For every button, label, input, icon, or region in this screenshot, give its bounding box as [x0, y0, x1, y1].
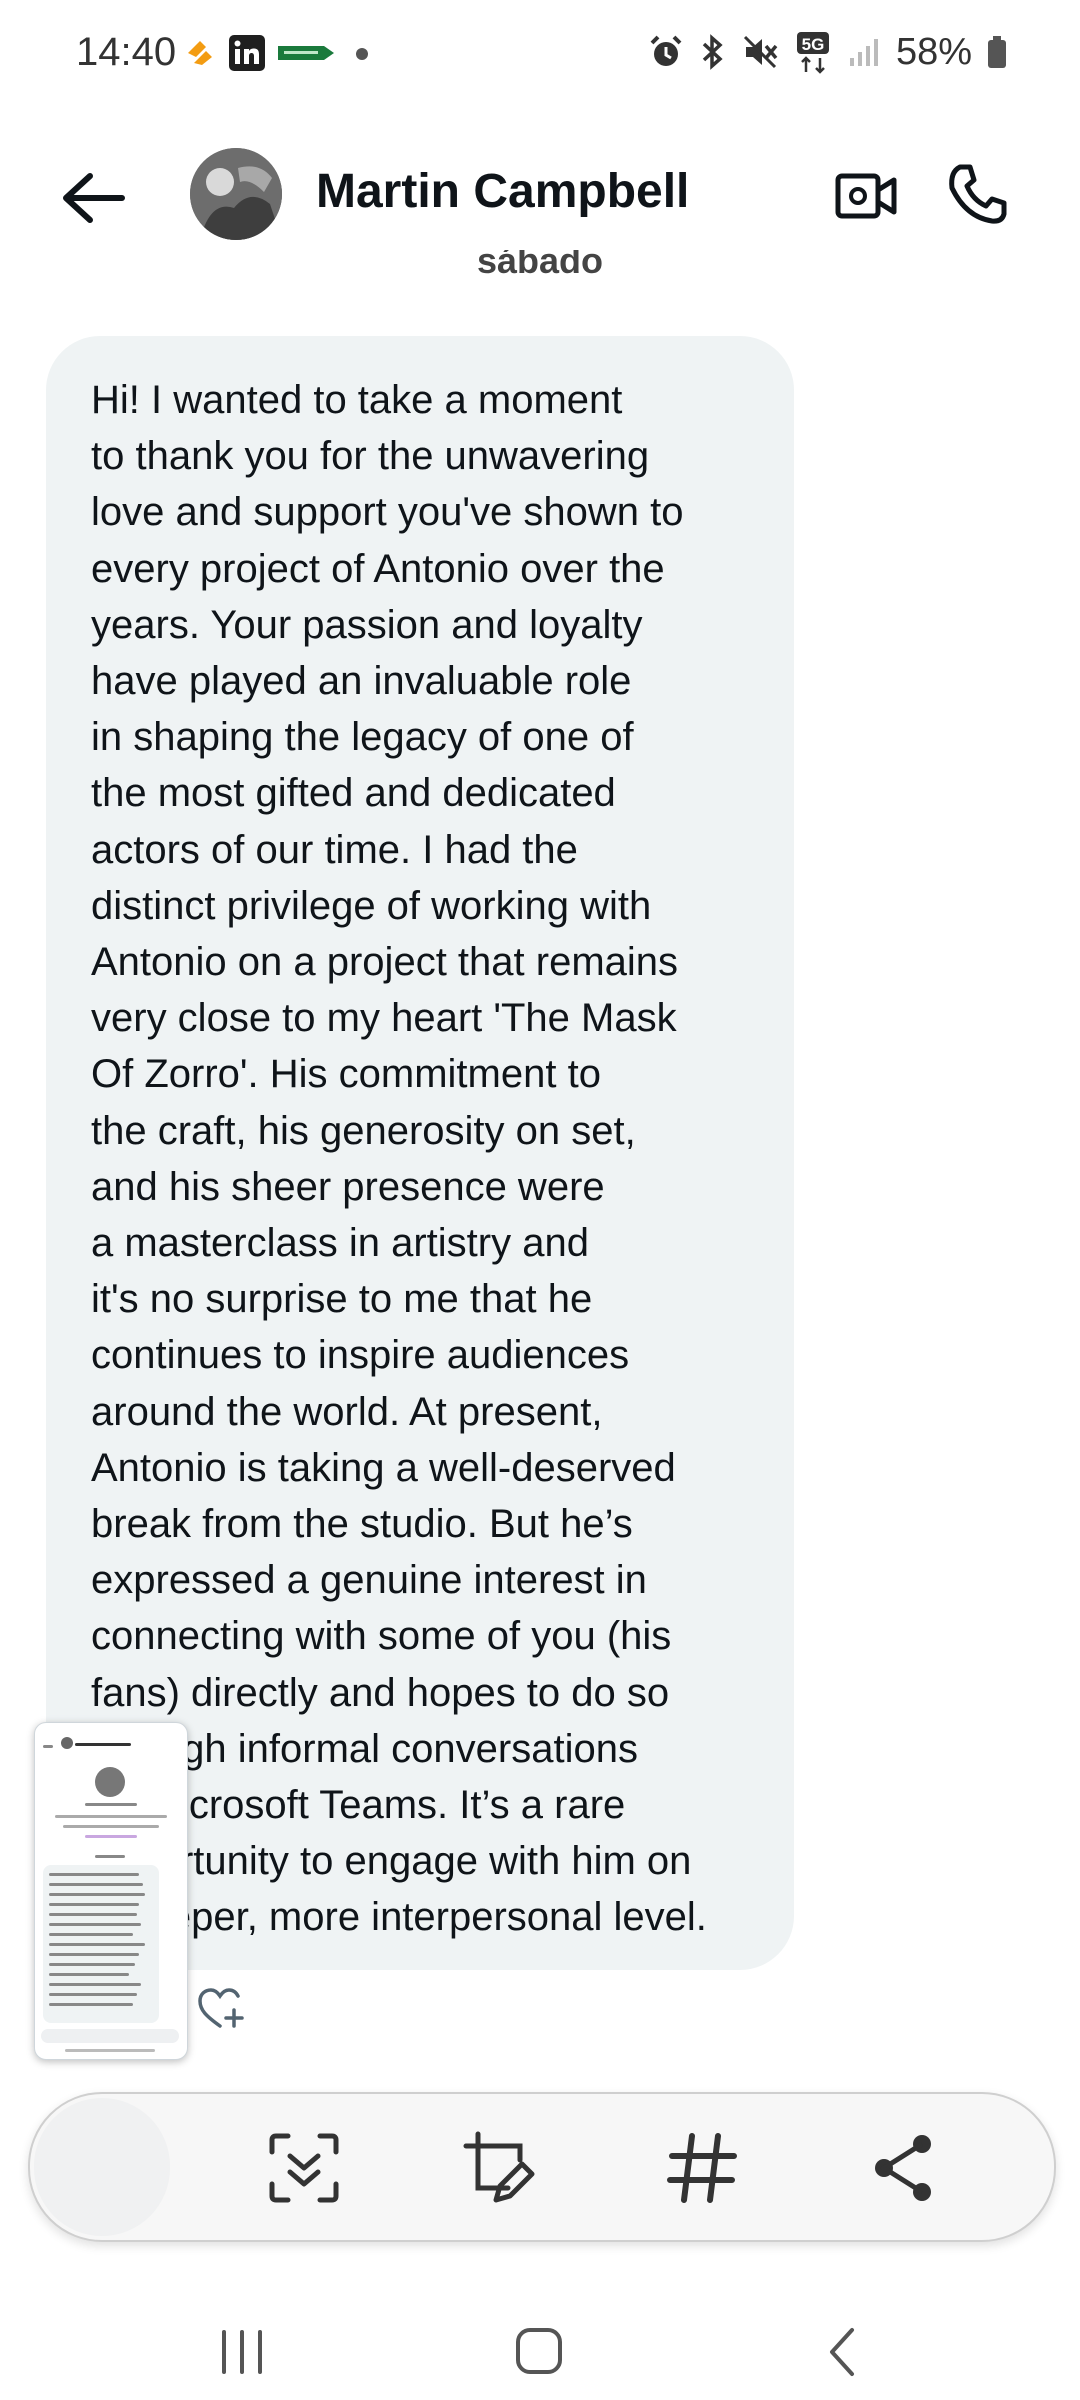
status-bar: 14:40 5G 58% [0, 0, 1080, 110]
chat-header: Martin Campbell [0, 140, 1080, 250]
battery-percent: 58% [895, 30, 972, 73]
add-reaction-heart-icon[interactable] [196, 1986, 244, 2032]
5g-icon: 5G [796, 32, 829, 74]
recent-apps-icon[interactable] [212, 2324, 272, 2380]
phone-call-icon[interactable] [946, 162, 1008, 226]
status-time: 14:40 [76, 30, 177, 74]
crop-edit-icon[interactable] [462, 2130, 538, 2206]
svg-text:5G: 5G [802, 35, 825, 54]
message-text: Hi! I wanted to take a moment to thank y… [91, 378, 707, 1940]
video-call-icon[interactable] [834, 168, 898, 224]
battery-icon [988, 36, 1006, 68]
system-icons: 5G 58% [648, 30, 1008, 74]
dot-icon [356, 48, 368, 60]
mute-icon [743, 35, 778, 69]
notification-icons [182, 34, 372, 72]
hashtag-icon[interactable] [664, 2130, 740, 2206]
pay-app-icon [188, 41, 212, 65]
signal-icon [849, 39, 878, 66]
back-arrow-icon[interactable] [58, 170, 128, 226]
navigation-bar [0, 2300, 1080, 2400]
alarm-icon [650, 35, 682, 66]
avatar[interactable] [190, 148, 282, 240]
screenshot-thumbnail[interactable] [34, 1722, 188, 2060]
scroll-capture-icon[interactable] [266, 2130, 342, 2206]
contact-name[interactable]: Martin Campbell [316, 164, 689, 219]
toolbar-preview-thumbnail[interactable] [34, 2098, 170, 2236]
store-app-icon [278, 46, 334, 60]
home-icon[interactable] [510, 2324, 570, 2380]
linkedin-icon [229, 35, 265, 71]
share-icon[interactable] [866, 2130, 942, 2206]
screenshot-toolbar [28, 2092, 1056, 2242]
avatar-photo [190, 148, 282, 240]
bluetooth-icon [702, 34, 723, 70]
back-icon[interactable] [814, 2324, 874, 2380]
date-separator: sábado [476, 250, 604, 281]
